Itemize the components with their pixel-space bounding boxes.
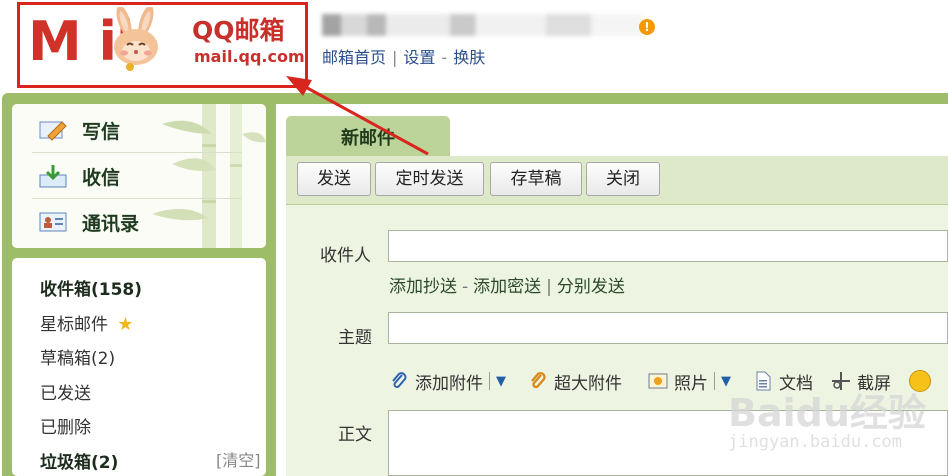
folder-deleted[interactable]: 已删除 [40, 413, 91, 438]
separate-send-link[interactable]: 分别发送 [557, 277, 625, 297]
inbox-icon [38, 163, 68, 189]
rabbit-mascot-icon [114, 7, 158, 71]
add-bcc-link[interactable]: 添加密送 [473, 277, 541, 297]
add-cc-link[interactable]: 添加抄送 [389, 277, 457, 297]
folder-sent[interactable]: 已发送 [40, 379, 91, 404]
document-icon [753, 371, 773, 391]
folder-inbox[interactable]: 收件箱(158) [40, 275, 142, 300]
folder-drafts[interactable]: 草稿箱(2) [40, 344, 115, 369]
link-change-skin[interactable]: 换肤 [453, 48, 485, 67]
compose-panel: 新邮件 发送 定时发送 存草稿 关闭 收件人 添加抄送 - 添加密送 | 分别发送 主题… [276, 104, 948, 476]
photo-label: 照片 [674, 373, 708, 394]
chevron-down-icon[interactable]: ▼ [721, 374, 731, 389]
large-paperclip-icon [528, 371, 548, 391]
nav-card: 写信 收信 通讯录 [12, 104, 266, 248]
logo-box[interactable]: M il QQ邮箱 mail.qq.com [17, 2, 308, 88]
large-attachment-label: 超大附件 [554, 373, 622, 394]
tab-new-mail[interactable]: 新邮件 [286, 116, 450, 156]
logo-domain-text: mail.qq.com [194, 47, 305, 66]
link-separator: | [392, 48, 398, 67]
nav-contacts[interactable]: 通讯录 [38, 202, 139, 242]
scissors-icon [831, 371, 851, 391]
logo-brand-text: QQ邮箱 [192, 16, 285, 45]
photo-icon [648, 371, 668, 391]
link-mailbox-home[interactable]: 邮箱首页 [322, 48, 386, 67]
close-button[interactable]: 关闭 [586, 162, 660, 196]
divider [489, 372, 490, 390]
folder-spam[interactable]: 垃圾箱(2) [40, 448, 118, 473]
subject-label: 主题 [338, 328, 372, 348]
alert-icon[interactable]: ! [639, 19, 655, 35]
to-label: 收件人 [320, 246, 371, 266]
contacts-icon [38, 209, 68, 235]
nav-inbox[interactable]: 收信 [38, 156, 120, 196]
paperclip-icon [389, 371, 409, 391]
nav-divider [32, 152, 242, 153]
link-separator: - [462, 277, 469, 297]
scheduled-send-button[interactable]: 定时发送 [375, 162, 484, 196]
star-icon: ★ [117, 314, 134, 335]
screenshot-label: 截屏 [857, 373, 891, 394]
link-separator: | [546, 277, 552, 297]
cc-links: 添加抄送 - 添加密送 | 分别发送 [389, 272, 625, 297]
document-button[interactable]: 文档 [753, 369, 813, 394]
clear-spam-link[interactable]: [清空] [216, 447, 261, 471]
body-label: 正文 [338, 425, 372, 445]
folder-starred-label: 星标邮件 [40, 315, 108, 335]
add-attachment-label: 添加附件 [415, 373, 483, 394]
subject-input[interactable] [388, 312, 948, 344]
folder-list: 收件箱(158) 星标邮件 ★ 草稿箱(2) 已发送 已删除 垃圾箱(2) [清… [12, 258, 266, 476]
divider [714, 372, 715, 390]
screenshot-button[interactable]: 截屏 [831, 369, 891, 394]
emoji-icon[interactable] [909, 370, 931, 392]
link-separator: - [441, 48, 448, 67]
body-textarea[interactable] [388, 410, 948, 476]
nav-inbox-label: 收信 [82, 166, 121, 189]
send-button[interactable]: 发送 [297, 162, 371, 196]
write-icon [38, 117, 68, 143]
document-label: 文档 [779, 373, 813, 394]
blurred-account-name [322, 14, 642, 36]
link-settings[interactable]: 设置 [403, 48, 435, 67]
nav-write[interactable]: 写信 [38, 110, 120, 150]
nav-write-label: 写信 [82, 120, 121, 143]
large-attachment-button[interactable]: 超大附件 [528, 369, 622, 394]
add-attachment-button[interactable]: 添加附件 [389, 369, 483, 394]
folder-starred[interactable]: 星标邮件 ★ [40, 310, 134, 335]
nav-contacts-label: 通讯录 [82, 212, 140, 235]
top-links: 邮箱首页 | 设置 - 换肤 [322, 44, 485, 68]
nav-divider [32, 198, 242, 199]
to-input[interactable] [388, 230, 948, 262]
chevron-down-icon[interactable]: ▼ [496, 374, 506, 389]
photo-button[interactable]: 照片 [648, 369, 708, 394]
attachment-toolbar: 添加附件 ▼ 超大附件 照片 ▼ 文档 截屏 [389, 368, 931, 394]
save-draft-button[interactable]: 存草稿 [490, 162, 582, 196]
